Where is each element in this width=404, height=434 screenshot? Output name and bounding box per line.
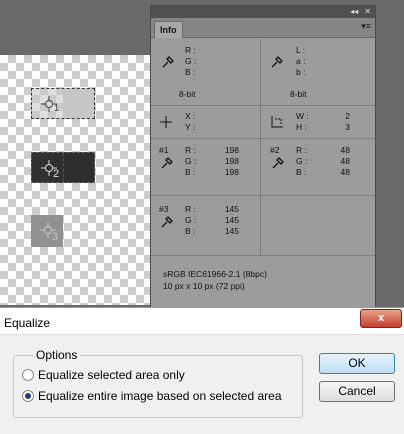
option-entire-image[interactable]: Equalize entire image based on selected … [22, 389, 282, 403]
y-label: Y : [185, 122, 196, 132]
selection-size-icon [271, 116, 283, 128]
close-button[interactable]: x [360, 309, 402, 328]
a-label: a : [296, 56, 306, 66]
b-label: B : [185, 167, 196, 177]
h-label: H : [296, 122, 307, 132]
bit-depth-label: 8-bit [179, 89, 196, 99]
sampler-id: #1 [159, 145, 169, 155]
b-label: B : [296, 167, 307, 177]
g-value: 145 [224, 215, 239, 225]
g-value: 48 [340, 156, 350, 166]
rgb-readout: R : G : B : 8-bit [151, 39, 261, 105]
panel-tabbar: Info ▾≡ [151, 18, 375, 38]
collapse-icon[interactable]: ◂◂ [350, 8, 358, 16]
lab-readout: L : a : b : 8-bit [262, 39, 375, 105]
option-label[interactable]: Equalize selected area only [38, 368, 185, 382]
b-label: B : [185, 67, 196, 77]
cancel-button[interactable]: Cancel [319, 381, 395, 402]
crosshair-icon [160, 116, 172, 128]
document-size-text: 10 px x 10 px (72 ppi) [163, 281, 245, 291]
color-profile-text: sRGB IEC61966-2.1 (8bpc) [163, 269, 267, 279]
dialog-title: Equalize [4, 316, 51, 330]
sampler-number: 3 [52, 231, 59, 243]
option-label[interactable]: Equalize entire image based on selected … [38, 389, 282, 403]
sampler-2-readout: #2 R : G : B : 48 48 48 [262, 139, 375, 195]
sampler-section-2: #3 R : G : B : 145 145 145 [151, 196, 375, 256]
b-label: b : [296, 67, 306, 77]
r-value: 145 [224, 204, 239, 214]
option-selected-area-only[interactable]: Equalize selected area only [22, 368, 185, 382]
options-label: Options [33, 348, 81, 362]
bit-depth-label: 8-bit [290, 89, 307, 99]
selection-swatch-dark: 2 [31, 152, 95, 183]
w-label: W : [296, 111, 309, 121]
g-label: G : [296, 156, 308, 166]
radio-selected-area-only[interactable] [22, 369, 34, 381]
g-label: G : [185, 156, 197, 166]
sampler-1-readout: #1 R : G : B : 198 198 198 [151, 139, 261, 195]
document-info: sRGB IEC61966-2.1 (8bpc) 10 px x 10 px (… [163, 268, 267, 292]
radio-entire-image[interactable] [22, 390, 34, 402]
l-label: L : [296, 45, 306, 55]
equalize-dialog: Equalize x Options Equalize selected are… [0, 307, 404, 434]
swatch-half [63, 153, 94, 182]
r-label: R : [296, 145, 307, 155]
b-value: 48 [340, 167, 350, 177]
panel-menu-icon[interactable]: ▾≡ [361, 21, 371, 32]
w-value: 2 [345, 111, 350, 121]
eyedropper-icon[interactable] [161, 55, 175, 69]
sampler-id: #2 [270, 145, 280, 155]
panel-topbar: ◂◂ ✕ [151, 6, 375, 18]
sampler-number: 1 [54, 103, 60, 113]
dialog-titlebar[interactable]: Equalize x [0, 308, 404, 335]
color-readout-section: R : G : B : 8-bit L : a : b : 8-bit [151, 39, 375, 106]
sampler-section-1: #1 R : G : B : 198 198 198 #2 R : G : B … [151, 139, 375, 196]
tab-info[interactable]: Info [154, 21, 183, 38]
g-label: G : [185, 215, 197, 225]
b-value: 198 [224, 167, 239, 177]
document-canvas[interactable]: 1 2 3 [0, 55, 150, 305]
close-panel-icon[interactable]: ✕ [364, 8, 371, 16]
eyedropper-icon[interactable] [270, 55, 284, 69]
gray-swatch: 3 [31, 215, 63, 247]
r-label: R : [185, 145, 196, 155]
options-group: Options Equalize selected area only Equa… [13, 348, 303, 418]
swatch-half [63, 89, 94, 118]
sampler-number: 2 [53, 168, 60, 180]
info-panel: ◂◂ ✕ Info ▾≡ R : G : B : 8-bit L : a : b… [150, 5, 376, 315]
h-value: 3 [345, 122, 350, 132]
eyedropper-icon[interactable] [160, 156, 174, 170]
g-value: 198 [224, 156, 239, 166]
b-value: 145 [224, 226, 239, 236]
selection-swatch-light: 1 [31, 88, 95, 119]
r-label: R : [185, 45, 196, 55]
b-label: B : [185, 226, 196, 236]
x-label: X : [185, 111, 196, 121]
sampler-3-readout: #3 R : G : B : 145 145 145 [151, 196, 261, 255]
r-value: 48 [340, 145, 350, 155]
sampler-id: #3 [159, 204, 169, 214]
eyedropper-icon[interactable] [271, 156, 285, 170]
position-section: X : Y : W : H : 2 3 [151, 106, 375, 139]
r-value: 198 [224, 145, 239, 155]
empty-readout [262, 196, 375, 255]
wh-readout: W : H : 2 3 [262, 106, 375, 138]
ok-button[interactable]: OK [319, 353, 395, 374]
xy-readout: X : Y : [151, 106, 261, 138]
g-label: G : [185, 56, 197, 66]
r-label: R : [185, 204, 196, 214]
eyedropper-icon[interactable] [160, 215, 174, 229]
